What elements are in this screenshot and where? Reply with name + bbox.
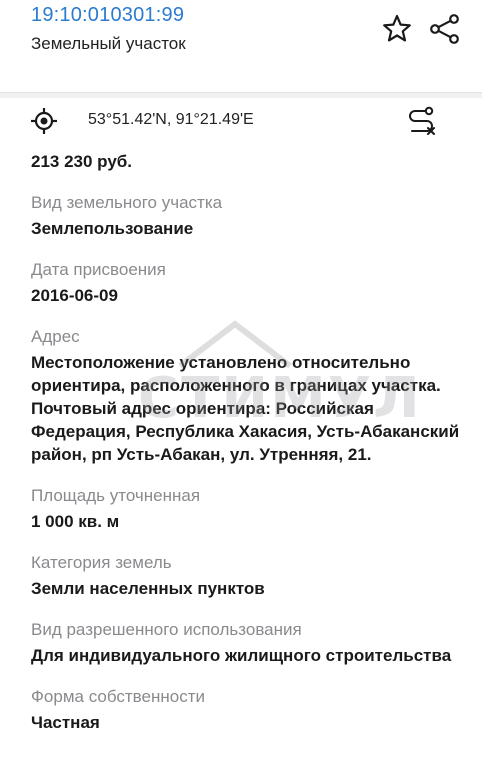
- permitted-use-label: Вид разрешенного использования: [31, 620, 302, 639]
- cadastral-value: 213 230 руб.: [31, 152, 133, 171]
- area-value: 1 000 кв. м: [31, 512, 120, 531]
- address-value: Местоположение установлено относительно …: [31, 353, 460, 464]
- crosshair-icon[interactable]: [30, 107, 58, 135]
- permitted-use-value: Для индивидуального жилищного строительс…: [31, 646, 452, 665]
- ownership-value: Частная: [31, 713, 100, 732]
- area-label: Площадь уточненная: [31, 486, 201, 505]
- object-type-subtitle: Земельный участок: [31, 34, 186, 53]
- land-type-label: Вид земельного участка: [31, 193, 223, 212]
- category-value: Земли населенных пунктов: [31, 579, 265, 598]
- coordinates-text[interactable]: 53°51.42'N, 91°21.49'E: [88, 111, 254, 129]
- details-list: 213 230 руб. Вид земельного участка Земл…: [31, 148, 461, 734]
- category-label: Категория земель: [31, 553, 172, 572]
- date-value: 2016-06-09: [31, 286, 118, 305]
- land-type-value: Землепользование: [31, 219, 194, 238]
- coordinates-bar: 53°51.42'N, 91°21.49'E: [0, 98, 482, 148]
- address-label: Адрес: [31, 327, 80, 346]
- cadastral-number[interactable]: 19:10:010301:99: [31, 4, 184, 27]
- ownership-label: Форма собственности: [31, 687, 205, 706]
- route-cancel-icon[interactable]: [404, 104, 438, 138]
- date-label: Дата присвоения: [31, 260, 166, 279]
- share-icon[interactable]: [428, 12, 462, 46]
- star-icon[interactable]: [380, 12, 414, 46]
- header: 19:10:010301:99 Земельный участок: [0, 0, 482, 92]
